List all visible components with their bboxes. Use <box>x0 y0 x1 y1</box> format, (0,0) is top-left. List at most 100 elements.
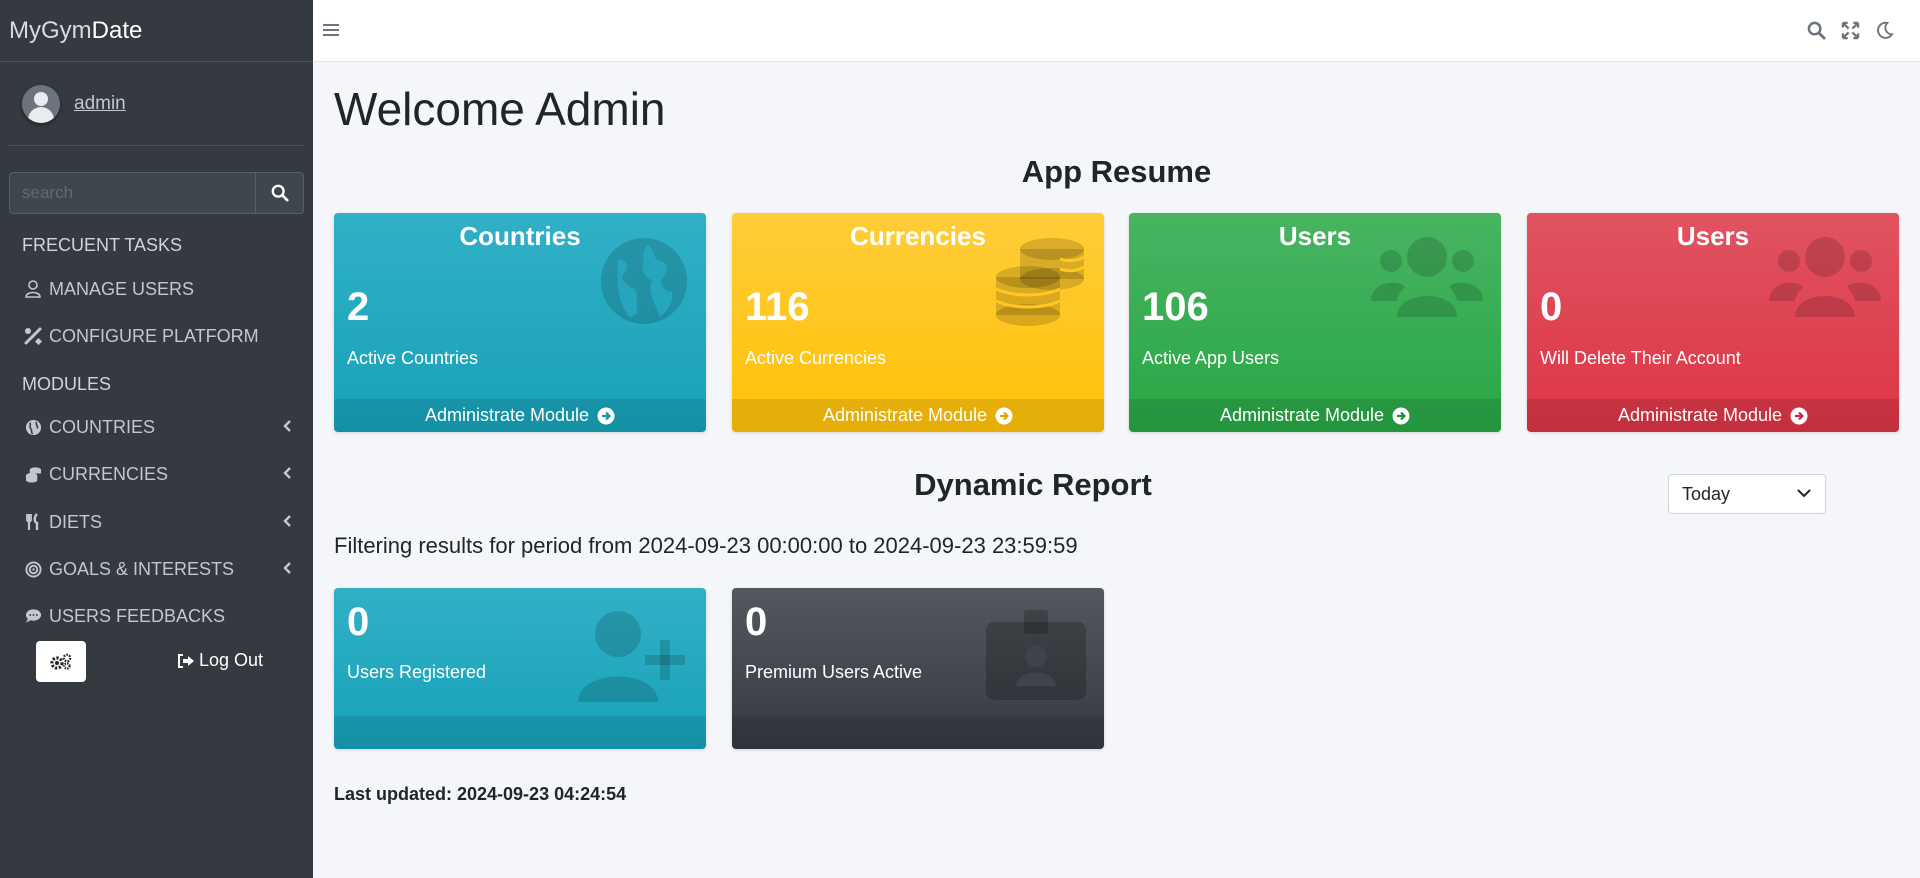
arrow-circle-right-icon <box>1392 407 1410 424</box>
tools-icon <box>22 326 44 346</box>
chevron-down-icon <box>1797 489 1811 498</box>
delete-account-card: Users 0 Will Delete Their Account Admini… <box>1527 213 1899 432</box>
id-badge-icon <box>986 610 1086 700</box>
card-footer-label: Administrate Module <box>424 405 590 425</box>
sidebar-item-label: USERS FEEDBACKS <box>49 605 226 626</box>
filter-period-text: Filtering results for period from 2024-0… <box>334 533 1078 558</box>
card-footer-label: Administrate Module <box>1617 405 1783 425</box>
sidebar-item-goals-interests[interactable]: GOALS & INTERESTS <box>22 554 292 584</box>
card-subtitle: Active Currencies <box>745 348 887 368</box>
moon-icon <box>1877 21 1894 39</box>
card-subtitle: Premium Users Active <box>745 662 923 682</box>
sidebar-item-users-feedbacks[interactable]: USERS FEEDBACKS <box>22 601 292 631</box>
chevron-left-icon <box>283 515 291 527</box>
app-resume-title: App Resume <box>1021 154 1212 189</box>
main-content: Welcome Admin App Resume Countries 2 Act… <box>313 62 1920 878</box>
sidebar-item-label: COUNTRIES <box>49 416 156 437</box>
coins-icon <box>995 238 1085 326</box>
card-value: 0 <box>1540 285 1563 329</box>
user-icon <box>22 279 44 299</box>
card-value: 106 <box>1142 285 1209 329</box>
utensils-icon <box>22 512 44 532</box>
brand-part1: MyGym <box>9 16 92 44</box>
brand-logo[interactable]: MyGym Date <box>0 0 313 62</box>
users-registered-card: 0 Users Registered <box>334 588 706 749</box>
card-footer-label: Administrate Module <box>822 405 988 425</box>
sidebar-search <box>9 172 304 214</box>
arrow-circle-right-icon <box>995 407 1013 424</box>
settings-button[interactable] <box>36 641 86 682</box>
search-button[interactable] <box>255 172 304 214</box>
menu-toggle-button[interactable] <box>322 21 340 44</box>
sidebar-item-countries[interactable]: COUNTRIES <box>22 412 292 442</box>
countries-card: Countries 2 Active Countries Administrat… <box>334 213 706 432</box>
coins-icon <box>22 464 44 484</box>
card-subtitle: Will Delete Their Account <box>1540 348 1741 368</box>
sidebar-item-label: GOALS & INTERESTS <box>49 558 235 579</box>
search-input[interactable] <box>9 172 255 214</box>
expand-icon <box>1841 21 1860 40</box>
brand-part2: Date <box>91 16 143 44</box>
sign-out-icon <box>178 653 194 668</box>
administrate-module-link[interactable]: Administrate Module <box>334 399 706 432</box>
sidebar-item-label: CURRENCIES <box>49 463 169 484</box>
sidebar-item-configure-platform[interactable]: CONFIGURE PLATFORM <box>22 321 292 351</box>
avatar <box>22 84 60 123</box>
last-updated-text: Last updated: 2024-09-23 04:24:54 <box>334 784 627 804</box>
card-footer <box>334 716 706 749</box>
premium-users-card: 0 Premium Users Active <box>732 588 1104 749</box>
bullseye-icon <box>22 559 44 579</box>
card-subtitle: Active App Users <box>1142 348 1280 368</box>
active-users-card: Users 106 Active App Users Administrate … <box>1129 213 1501 432</box>
card-subtitle: Users Registered <box>347 662 487 682</box>
user-name-link[interactable]: admin <box>74 93 126 115</box>
chevron-left-icon <box>283 420 291 432</box>
top-navbar <box>313 0 1920 62</box>
users-icon <box>1371 237 1483 317</box>
dark-mode-toggle[interactable] <box>1875 21 1894 45</box>
card-footer <box>732 716 1104 749</box>
sidebar: MyGymDate admin FRECUENT TASKS MANAGE US… <box>0 0 313 878</box>
administrate-module-link[interactable]: Administrate Module <box>1527 399 1899 432</box>
arrow-circle-right-icon <box>597 407 615 424</box>
fullscreen-button[interactable] <box>1841 21 1860 45</box>
administrate-module-link[interactable]: Administrate Module <box>1129 399 1501 432</box>
nav-header-tasks: FRECUENT TASKS <box>22 235 183 255</box>
card-value: 2 <box>347 285 370 329</box>
period-select[interactable]: Today <box>1668 474 1826 514</box>
card-value: 0 <box>745 600 768 644</box>
top-icons <box>1807 21 1894 45</box>
card-value: 0 <box>347 600 370 644</box>
nav-header-modules: MODULES <box>22 374 112 394</box>
chevron-left-icon <box>283 467 291 479</box>
users-icon <box>1769 237 1881 317</box>
user-plus-icon <box>578 611 685 702</box>
hamburger-icon <box>323 24 339 36</box>
page-title: Welcome Admin <box>334 83 666 135</box>
logout-label: Log Out <box>199 650 264 670</box>
search-icon <box>271 184 289 202</box>
chevron-left-icon <box>283 562 291 574</box>
globe-icon <box>601 238 687 324</box>
sidebar-item-manage-users[interactable]: MANAGE USERS <box>22 274 292 304</box>
sidebar-item-label: MANAGE USERS <box>49 278 195 299</box>
period-select-value: Today <box>1682 483 1731 504</box>
gears-icon <box>50 653 72 670</box>
sidebar-item-label: DIETS <box>49 511 103 532</box>
sidebar-item-diets[interactable]: DIETS <box>22 507 292 537</box>
logout-button[interactable]: Log Out <box>177 650 263 671</box>
currencies-card: Currencies 116 Active Currencies Adminis… <box>732 213 1104 432</box>
dynamic-report-title: Dynamic Report <box>914 467 1152 502</box>
card-subtitle: Active Countries <box>347 348 479 368</box>
sidebar-item-label: CONFIGURE PLATFORM <box>49 325 259 346</box>
search-icon <box>1807 21 1826 40</box>
card-footer-label: Administrate Module <box>1219 405 1385 425</box>
top-search-button[interactable] <box>1807 21 1826 45</box>
administrate-module-link[interactable]: Administrate Module <box>732 399 1104 432</box>
globe-icon <box>22 417 44 437</box>
sidebar-item-currencies[interactable]: CURRENCIES <box>22 459 292 489</box>
card-value: 116 <box>745 285 810 329</box>
user-panel: admin <box>9 62 304 146</box>
arrow-circle-right-icon <box>1790 407 1808 424</box>
comment-icon <box>22 606 44 626</box>
